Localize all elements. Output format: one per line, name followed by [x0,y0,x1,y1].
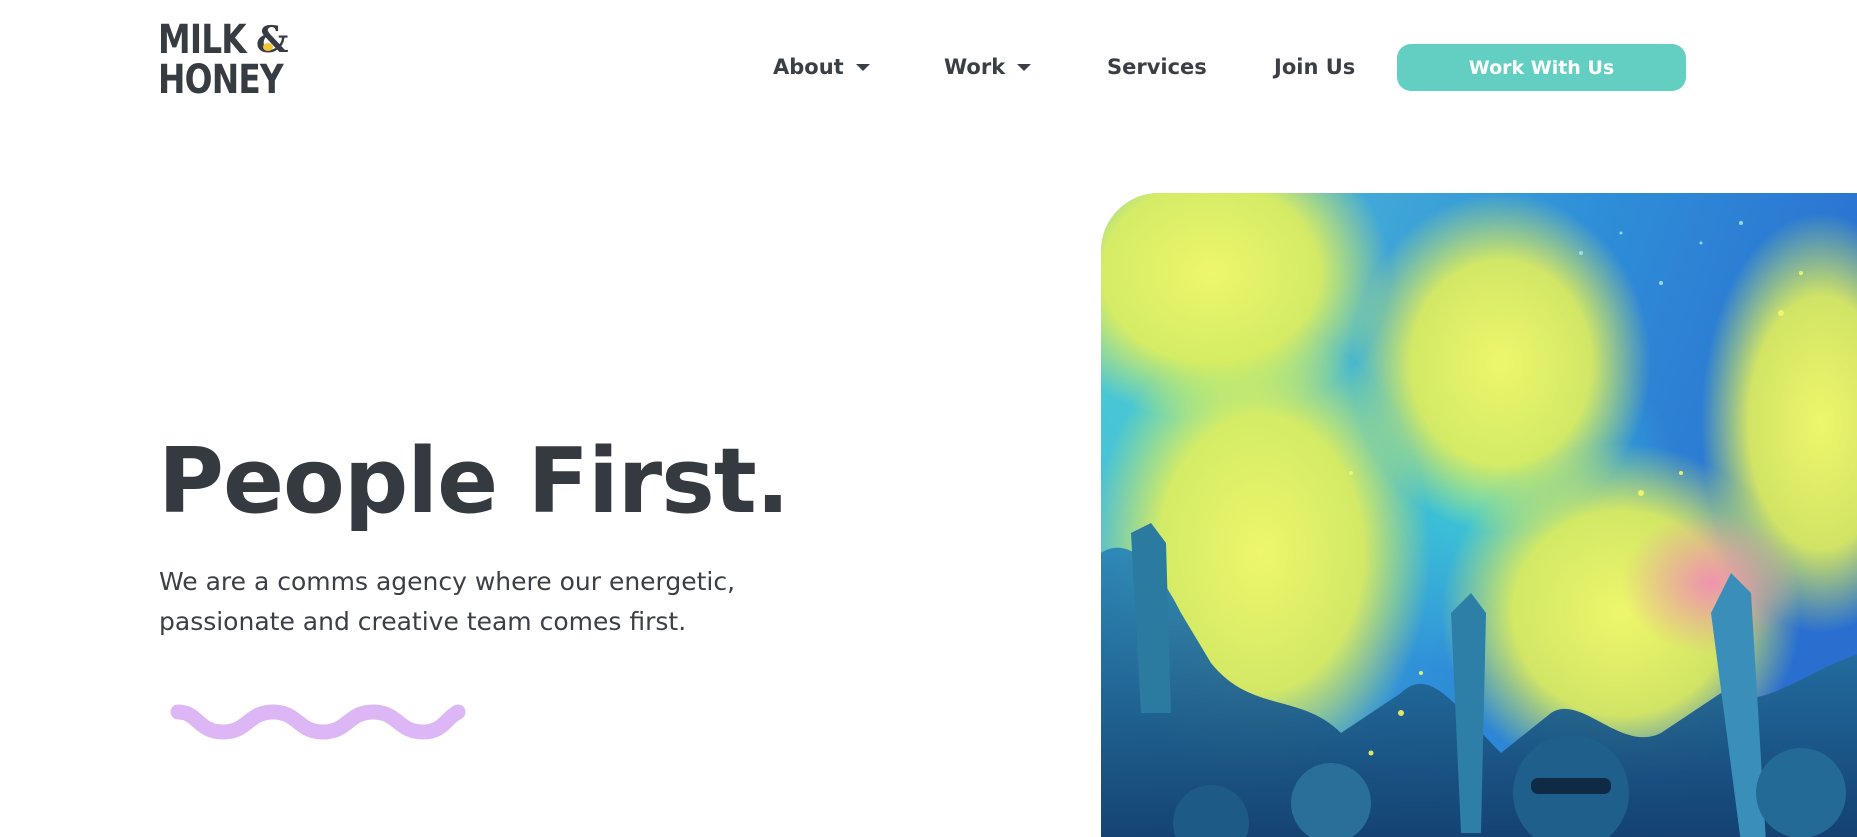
nav-item-about-label: About [773,55,844,79]
logo-ampersand: & [256,20,289,60]
work-with-us-button[interactable]: Work With Us [1397,44,1686,91]
nav-item-services[interactable]: Services [1107,50,1207,84]
chevron-down-icon [855,63,870,71]
logo-line1: MILK [158,17,247,63]
nav-item-work[interactable]: Work [944,50,1032,84]
page: MILK & HONEY About Work Services Join Us… [0,0,1857,837]
nav-item-join-us[interactable]: Join Us [1274,50,1355,84]
chevron-down-icon [1017,63,1032,71]
nav-item-services-label: Services [1107,55,1207,79]
color-powder-crowd-photo [1101,193,1857,837]
wavy-line-icon [170,704,466,740]
hero-text: We are a comms agency where our energeti… [159,567,736,636]
logo[interactable]: MILK & HONEY [158,20,298,100]
ampersand-bee-icon: & [256,20,289,60]
hero-title: People First. [158,429,790,534]
hero-image [1101,193,1857,837]
nav-item-work-label: Work [944,55,1006,79]
nav-item-join-us-label: Join Us [1274,55,1356,79]
logo-line2: HONEY [158,57,284,103]
nav-item-about[interactable]: About [773,50,870,84]
bee-body-icon [263,43,273,51]
